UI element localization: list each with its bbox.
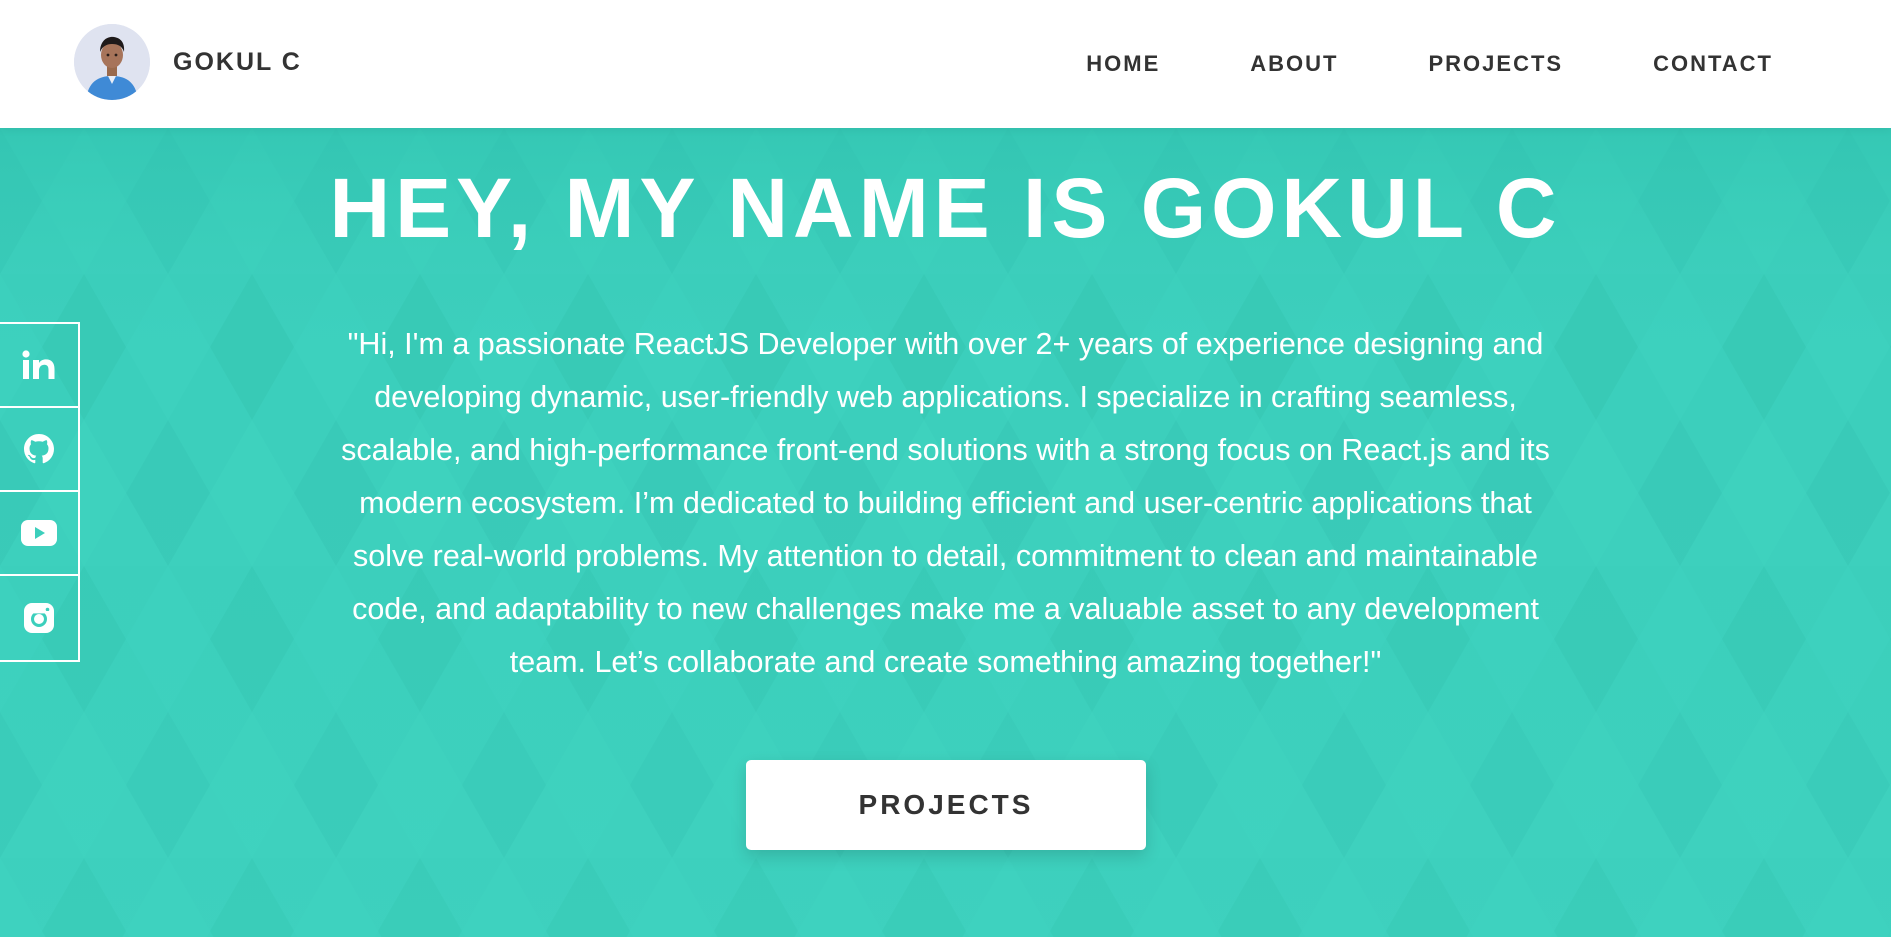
avatar	[74, 24, 150, 100]
instagram-icon	[24, 603, 54, 633]
page: GOKUL C HOME ABOUT PROJECTS CONTACT HEY,…	[0, 0, 1891, 937]
hero-description: "Hi, I'm a passionate ReactJS Developer …	[341, 327, 1550, 679]
main-nav: HOME ABOUT PROJECTS CONTACT	[1086, 0, 1773, 128]
youtube-icon	[21, 520, 57, 546]
linkedin-icon	[22, 350, 55, 379]
site-header: GOKUL C HOME ABOUT PROJECTS CONTACT	[0, 0, 1891, 128]
github-icon	[24, 434, 54, 464]
github-link[interactable]	[0, 408, 78, 492]
avatar-photo-icon	[74, 24, 150, 100]
brand-name: GOKUL C	[173, 47, 302, 76]
instagram-link[interactable]	[0, 576, 78, 660]
youtube-link[interactable]	[0, 492, 78, 576]
linkedin-link[interactable]	[0, 324, 78, 408]
nav-projects[interactable]: PROJECTS	[1428, 51, 1563, 77]
nav-about[interactable]: ABOUT	[1250, 51, 1338, 77]
nav-home[interactable]: HOME	[1086, 51, 1160, 77]
brand-link[interactable]: GOKUL C	[74, 24, 302, 100]
hero-title: HEY, MY NAME IS GOKUL C	[329, 161, 1562, 255]
projects-button[interactable]: PROJECTS	[746, 760, 1146, 850]
social-sidebar	[0, 322, 80, 662]
hero-section: HEY, MY NAME IS GOKUL C "Hi, I'm a passi…	[0, 128, 1891, 937]
nav-contact[interactable]: CONTACT	[1653, 51, 1773, 77]
